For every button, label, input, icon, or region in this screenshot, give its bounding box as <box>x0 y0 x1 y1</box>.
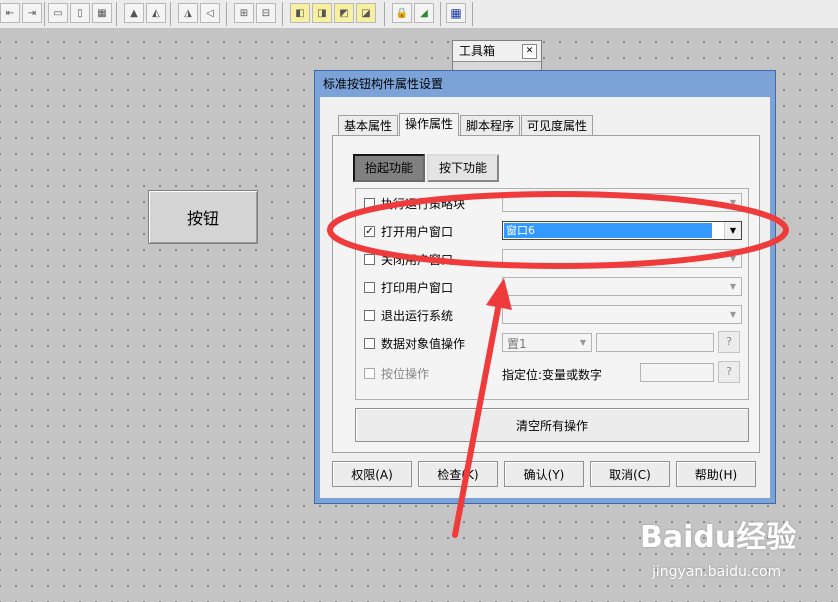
tab-operation[interactable]: 操作属性 <box>399 113 460 136</box>
data-object-input[interactable] <box>596 333 714 352</box>
property-dialog: 标准按钮构件属性设置 基本属性 操作属性 脚本程序 可见度属性 抬起功能 按下功… <box>314 70 776 504</box>
check-button[interactable]: 检查(K) <box>418 461 498 487</box>
toolbar: ⇤ ⇥ ▭ ▯ ▦ ▲ ◭ ◮ ◁ ⊞ ⊟ ◧ ◨ ◩ ◪ 🔒 ◢ ▦ <box>0 0 838 29</box>
clear-all-button[interactable]: 清空所有操作 <box>355 408 749 442</box>
subtab-bar: 抬起功能 按下功能 <box>353 154 500 182</box>
operations-group: 执行运行策略块 ▼ ✓ 打开用户窗口 窗口6 ▼ 关闭用户窗口 ▼ 打印用户窗口… <box>355 188 749 400</box>
dialog-title: 标准按钮构件属性设置 <box>323 77 444 91</box>
group-icon[interactable]: ⊞ <box>234 3 254 23</box>
close-window-select[interactable]: ▼ <box>502 249 742 268</box>
tab-basic[interactable]: 基本属性 <box>338 115 399 136</box>
op-close-window[interactable]: 关闭用户窗口 <box>364 248 453 270</box>
checkbox[interactable] <box>364 309 375 321</box>
tab-script[interactable]: 脚本程序 <box>460 115 521 136</box>
chevron-down-icon: ▼ <box>729 310 737 319</box>
palette-icon[interactable]: ▦ <box>446 3 466 23</box>
toolbar-group-layer: ◧ ◨ ◩ ◪ <box>290 3 376 25</box>
checkbox-checked[interactable]: ✓ <box>364 225 375 237</box>
op-label: 关闭用户窗口 <box>381 252 454 267</box>
checkbox[interactable] <box>364 253 375 265</box>
tab-bar: 基本属性 操作属性 脚本程序 可见度属性 <box>338 113 594 136</box>
watermark-logo: Baidu经验 <box>640 520 797 555</box>
toolbar-group-misc: 🔒 ◢ <box>392 3 434 25</box>
rotate-right-icon[interactable]: ◁ <box>200 3 220 23</box>
op-bit-operation[interactable]: 按位操作 <box>364 362 429 384</box>
chevron-down-icon: ▼ <box>729 282 737 291</box>
tab-visibility[interactable]: 可见度属性 <box>521 115 594 136</box>
checkbox[interactable] <box>364 367 375 379</box>
align-right-icon[interactable]: ⇥ <box>22 3 42 23</box>
data-op-select[interactable]: 置1 ▼ <box>502 333 592 352</box>
op-label: 打印用户窗口 <box>381 280 454 295</box>
toolbox-window[interactable]: 工具箱 ✕ <box>452 40 542 74</box>
checkbox[interactable] <box>364 197 375 209</box>
op-exit-system[interactable]: 退出运行系统 <box>364 304 453 326</box>
data-op-value: 置1 <box>507 337 527 351</box>
op-run-strategy[interactable]: 执行运行策略块 <box>364 192 465 214</box>
data-object-help-button[interactable]: ? <box>718 331 740 353</box>
toolbox-title-bar[interactable]: 工具箱 ✕ <box>453 41 541 62</box>
op-label: 执行运行策略块 <box>381 196 466 211</box>
flip-up-icon[interactable]: ▲ <box>124 3 144 23</box>
op-label: 数据对象值操作 <box>381 336 466 351</box>
watermark-url: jingyan.baidu.com <box>652 564 782 580</box>
op-label: 退出运行系统 <box>381 308 454 323</box>
chevron-down-icon: ▼ <box>724 222 741 239</box>
exit-system-select[interactable]: ▼ <box>502 305 742 324</box>
toolbar-group-rotate: ◮ ◁ <box>178 3 220 25</box>
cancel-button[interactable]: 取消(C) <box>590 461 670 487</box>
tab-panel-operation: 抬起功能 按下功能 执行运行策略块 ▼ ✓ 打开用户窗口 窗口6 ▼ 关闭用户窗… <box>332 135 760 453</box>
op-label: 打开用户窗口 <box>381 224 454 239</box>
send-back-icon[interactable]: ◨ <box>312 3 332 23</box>
open-window-value: 窗口6 <box>504 223 712 238</box>
checkbox[interactable] <box>364 281 375 293</box>
help-button[interactable]: 帮助(H) <box>676 461 756 487</box>
op-open-window[interactable]: ✓ 打开用户窗口 <box>364 220 453 242</box>
fill-icon[interactable]: ◢ <box>414 3 434 23</box>
canvas-button[interactable]: 按钮 <box>148 190 258 244</box>
close-icon[interactable]: ✕ <box>522 44 537 59</box>
open-window-select[interactable]: 窗口6 ▼ <box>502 221 742 240</box>
checkbox[interactable] <box>364 337 375 349</box>
permission-button[interactable]: 权限(A) <box>332 461 412 487</box>
lock-icon[interactable]: 🔒 <box>392 3 412 23</box>
op-print-window[interactable]: 打印用户窗口 <box>364 276 453 298</box>
send-backward-icon[interactable]: ◪ <box>356 3 376 23</box>
align-left-icon[interactable]: ⇤ <box>0 3 20 23</box>
bit-help-button[interactable]: ? <box>718 361 740 383</box>
bring-forward-icon[interactable]: ◩ <box>334 3 354 23</box>
toolbar-group-palette: ▦ <box>446 3 466 25</box>
toolbar-group-size: ▭ ▯ ▦ <box>48 3 112 25</box>
ungroup-icon[interactable]: ⊟ <box>256 3 276 23</box>
bring-front-icon[interactable]: ◧ <box>290 3 310 23</box>
dialog-body: 基本属性 操作属性 脚本程序 可见度属性 抬起功能 按下功能 执行运行策略块 ▼… <box>320 97 770 498</box>
same-size-icon[interactable]: ▦ <box>92 3 112 23</box>
bit-input[interactable] <box>640 363 714 382</box>
flip-down-icon[interactable]: ◭ <box>146 3 166 23</box>
confirm-button[interactable]: 确认(Y) <box>504 461 584 487</box>
same-height-icon[interactable]: ▯ <box>70 3 90 23</box>
toolbox-title: 工具箱 <box>459 44 496 58</box>
toolbar-group-group: ⊞ ⊟ <box>234 3 276 25</box>
rotate-left-icon[interactable]: ◮ <box>178 3 198 23</box>
print-window-select[interactable]: ▼ <box>502 277 742 296</box>
subtab-press[interactable]: 按下功能 <box>427 154 500 182</box>
chevron-down-icon: ▼ <box>729 198 737 207</box>
chevron-down-icon: ▼ <box>729 254 737 263</box>
bit-note: 指定位:变量或数字 <box>502 368 603 382</box>
op-label: 按位操作 <box>381 366 430 381</box>
toolbar-group-align: ⇤ ⇥ <box>0 3 42 25</box>
subtab-release[interactable]: 抬起功能 <box>353 154 426 182</box>
toolbar-group-flip: ▲ ◭ <box>124 3 166 25</box>
strategy-select[interactable]: ▼ <box>502 193 742 212</box>
chevron-down-icon: ▼ <box>579 338 587 347</box>
same-width-icon[interactable]: ▭ <box>48 3 68 23</box>
op-data-object[interactable]: 数据对象值操作 <box>364 332 465 354</box>
